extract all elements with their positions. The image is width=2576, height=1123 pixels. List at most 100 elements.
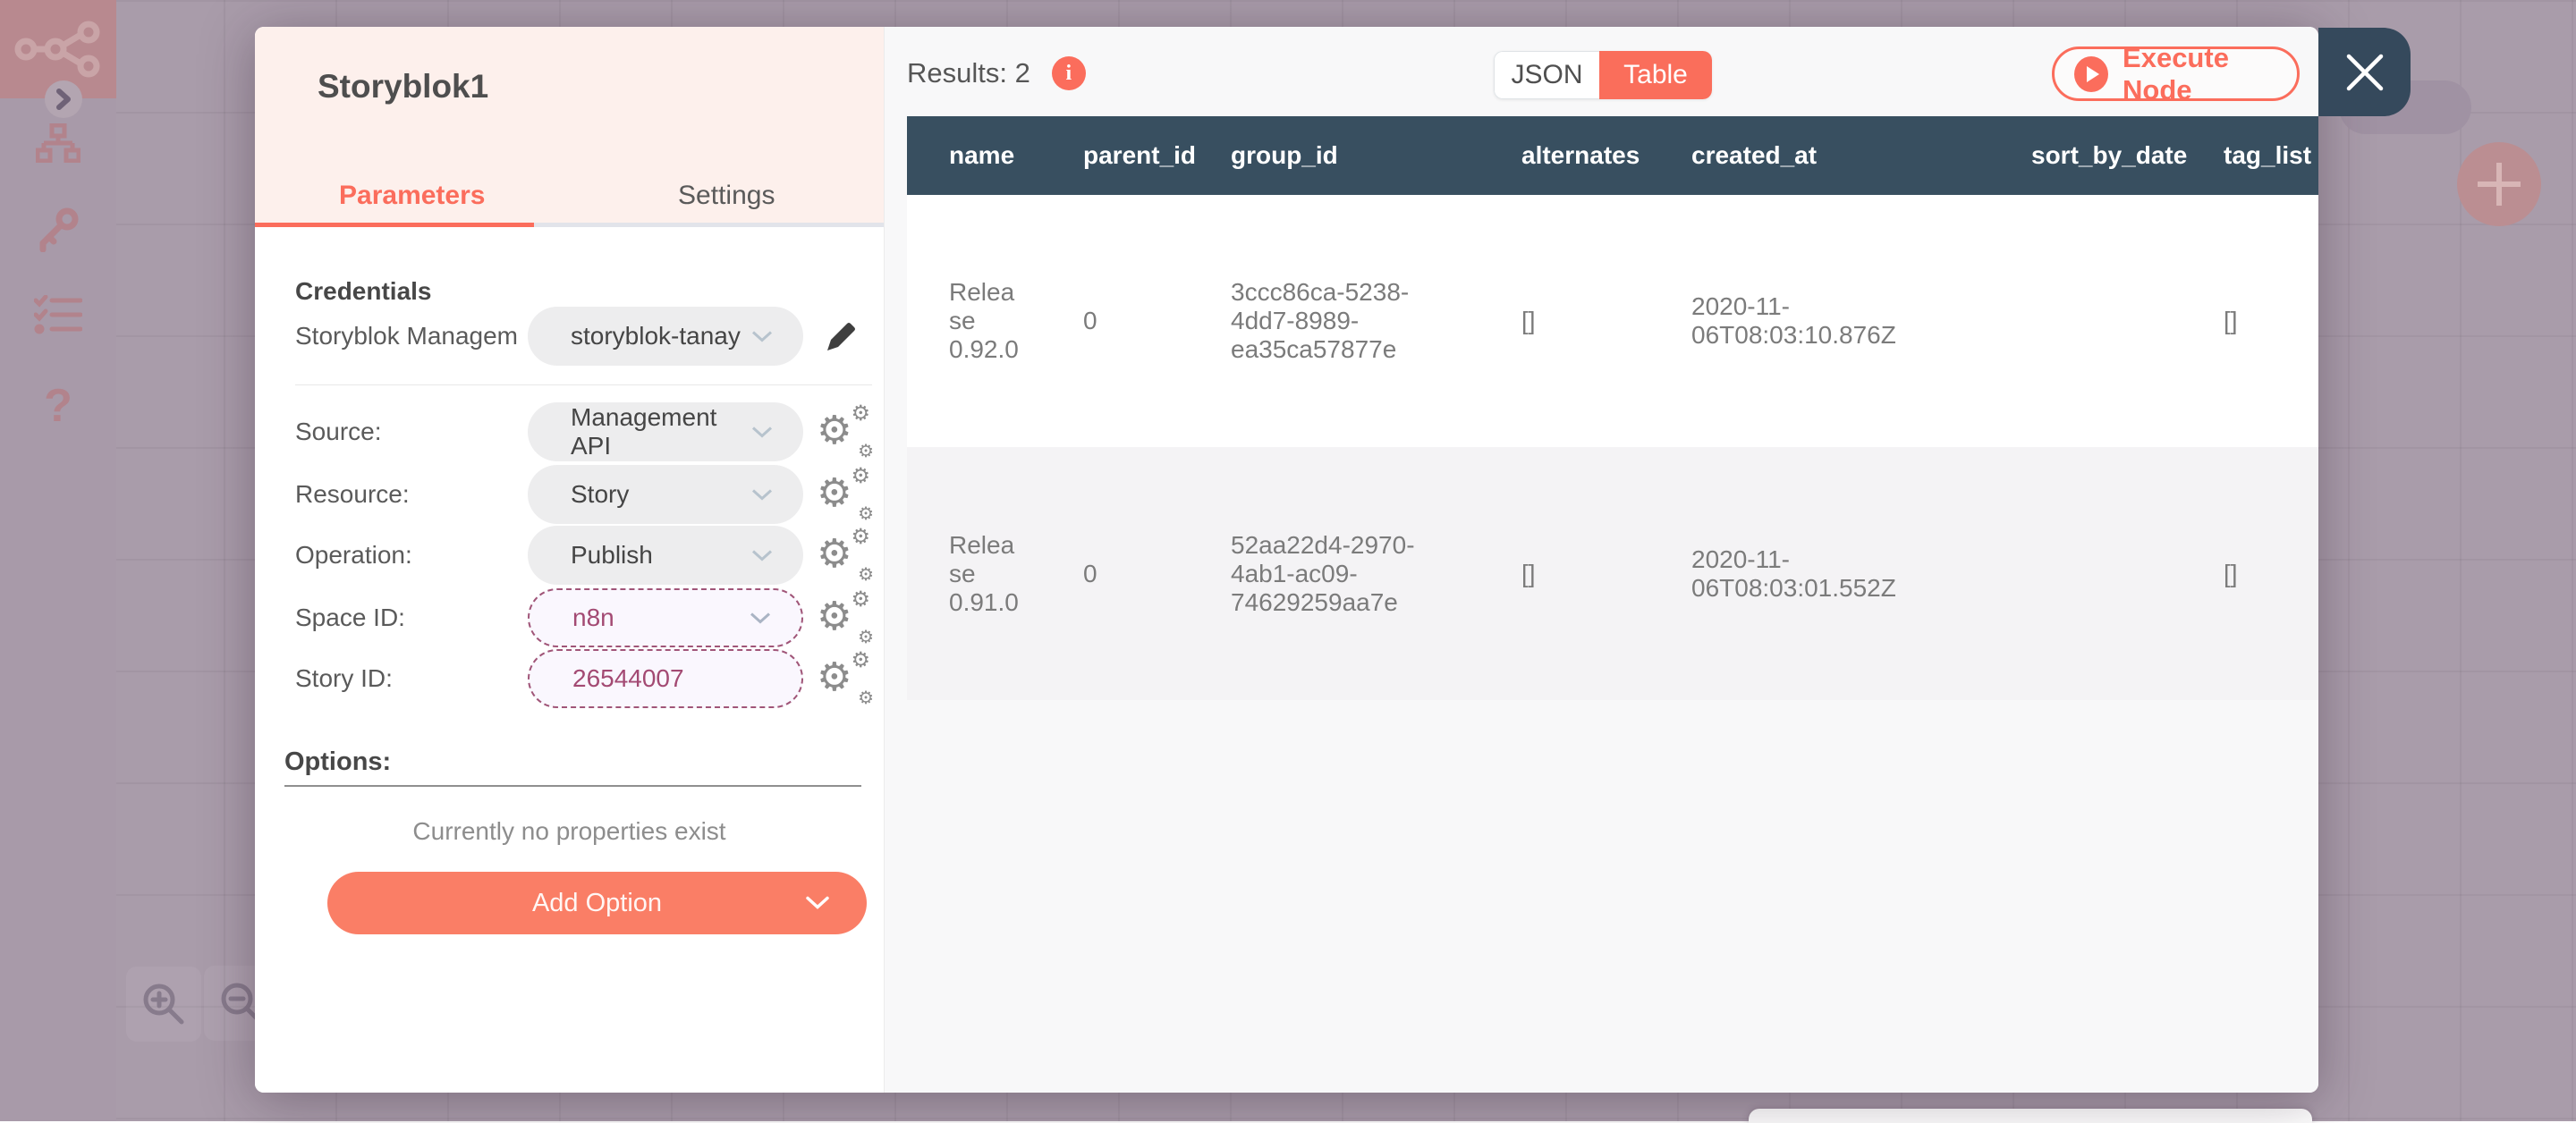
column-header-alternates: alternates bbox=[1479, 116, 1649, 195]
table-cell: Release 0.92.0 bbox=[907, 195, 1041, 447]
n8n-logo-icon bbox=[13, 20, 103, 79]
gears-icon[interactable]: ⚙⚙⚙ bbox=[817, 529, 876, 581]
node-tabs: Parameters Settings bbox=[255, 168, 884, 224]
results-table: nameparent_idgroup_idalternatescreated_a… bbox=[907, 116, 2318, 700]
table-cell bbox=[1989, 447, 2182, 700]
results-table-wrap: nameparent_idgroup_idalternatescreated_a… bbox=[907, 116, 2318, 700]
info-icon[interactable] bbox=[1052, 56, 1086, 90]
results-view-toggle: JSON Table bbox=[1494, 51, 1712, 99]
field-row-story-id: Story ID: 26544007 ⚙⚙⚙ bbox=[295, 649, 872, 708]
column-header-sort_by_date: sort_by_date bbox=[1989, 116, 2182, 195]
close-icon bbox=[2343, 51, 2386, 94]
table-header-row: nameparent_idgroup_idalternatescreated_a… bbox=[907, 116, 2318, 195]
execute-node-button[interactable]: Execute Node bbox=[2052, 46, 2300, 101]
chevron-down-icon bbox=[751, 550, 773, 562]
table-cell: [] bbox=[2182, 447, 2318, 700]
chevron-down-icon bbox=[750, 612, 771, 624]
table-row: Release 0.91.0052aa22d4-2970-4ab1-ac09-7… bbox=[907, 447, 2318, 700]
space-id-select[interactable]: n8n bbox=[528, 588, 803, 647]
table-cell: [] bbox=[1479, 447, 1649, 700]
add-option-button[interactable]: Add Option bbox=[327, 872, 867, 934]
table-cell: 2020-11-06T08:03:10.876Z bbox=[1649, 195, 1989, 447]
sitemap-icon bbox=[36, 123, 80, 163]
column-header-name: name bbox=[907, 116, 1041, 195]
sidebar-item-workflows[interactable] bbox=[0, 123, 116, 163]
column-header-created_at: created_at bbox=[1649, 116, 1989, 195]
field-row-resource: Resource: Story ⚙⚙⚙ bbox=[295, 465, 872, 524]
play-icon bbox=[2074, 56, 2108, 92]
question-mark-icon: ? bbox=[44, 379, 72, 433]
gears-icon[interactable]: ⚙⚙⚙ bbox=[817, 469, 876, 520]
field-label: Source: bbox=[295, 418, 382, 446]
chevron-down-icon bbox=[751, 426, 773, 438]
options-heading: Options: bbox=[284, 747, 391, 777]
node-title: Storyblok1 bbox=[318, 68, 488, 106]
close-modal-button[interactable] bbox=[2318, 28, 2411, 116]
field-value: Story bbox=[571, 480, 629, 509]
credential-label: Storyblok Managem... bbox=[295, 322, 519, 350]
add-node-button[interactable] bbox=[2457, 142, 2541, 226]
field-value: 26544007 bbox=[572, 664, 684, 693]
chevron-down-icon bbox=[806, 897, 829, 910]
sidebar-item-credentials[interactable] bbox=[0, 207, 116, 252]
credential-select[interactable]: storyblok-tanay bbox=[528, 307, 803, 366]
zoom-in-icon bbox=[139, 979, 189, 1029]
field-label: Story ID: bbox=[295, 664, 393, 693]
field-row-operation: Operation: Publish ⚙⚙⚙ bbox=[295, 526, 872, 585]
table-cell: 0 bbox=[1041, 447, 1189, 700]
table-cell: [] bbox=[1479, 195, 1649, 447]
table-cell bbox=[1989, 195, 2182, 447]
field-label: Resource: bbox=[295, 480, 410, 509]
table-cell: 3ccc86ca-5238-4dd7-8989-ea35ca57877e bbox=[1189, 195, 1479, 447]
results-count-label: Results: 2 bbox=[907, 57, 1030, 89]
field-row-space-id: Space ID: n8n ⚙⚙⚙ bbox=[295, 588, 872, 647]
node-parameters-panel: Storyblok1 Parameters Settings Credentia… bbox=[255, 27, 884, 1093]
options-empty-text: Currently no properties exist bbox=[255, 817, 884, 846]
active-tab-underline bbox=[255, 223, 534, 227]
table-cell: 2020-11-06T08:03:01.552Z bbox=[1649, 447, 1989, 700]
table-cell: 0 bbox=[1041, 195, 1189, 447]
chevron-right-icon bbox=[55, 89, 72, 110]
resource-select[interactable]: Story bbox=[528, 465, 803, 524]
sidebar-item-help[interactable]: ? bbox=[0, 379, 116, 433]
field-value: Publish bbox=[571, 541, 653, 570]
field-label: Space ID: bbox=[295, 604, 405, 632]
operation-select[interactable]: Publish bbox=[528, 526, 803, 585]
toggle-table[interactable]: Table bbox=[1599, 51, 1712, 99]
app-sidebar: ? bbox=[0, 0, 116, 1121]
edit-pencil-icon[interactable] bbox=[826, 320, 858, 352]
gears-icon[interactable]: ⚙⚙⚙ bbox=[817, 406, 876, 458]
credentials-divider bbox=[295, 384, 872, 385]
table-row: Release 0.92.003ccc86ca-5238-4dd7-8989-e… bbox=[907, 195, 2318, 447]
zoom-in-button[interactable] bbox=[126, 967, 201, 1042]
credential-value: storyblok-tanay bbox=[571, 322, 741, 350]
table-cell: Release 0.91.0 bbox=[907, 447, 1041, 700]
tab-parameters[interactable]: Parameters bbox=[255, 168, 570, 224]
column-header-group_id: group_id bbox=[1189, 116, 1479, 195]
source-select[interactable]: Management API bbox=[528, 402, 803, 461]
sidebar-expand-button[interactable] bbox=[45, 80, 82, 118]
options-divider bbox=[284, 785, 861, 787]
node-settings-modal: Storyblok1 Parameters Settings Credentia… bbox=[255, 27, 2318, 1093]
node-panel-header: Storyblok1 Parameters Settings bbox=[255, 27, 884, 227]
field-value: n8n bbox=[572, 604, 614, 632]
gears-icon[interactable]: ⚙⚙⚙ bbox=[817, 653, 876, 705]
sidebar-item-executions[interactable] bbox=[0, 295, 116, 334]
field-value: Management API bbox=[571, 403, 751, 460]
key-icon bbox=[36, 207, 80, 252]
chevron-down-icon bbox=[751, 331, 773, 342]
execute-node-label: Execute Node bbox=[2123, 42, 2297, 106]
field-row-source: Source: Management API ⚙⚙⚙ bbox=[295, 402, 872, 461]
toggle-json[interactable]: JSON bbox=[1494, 51, 1599, 99]
table-cell: [] bbox=[2182, 195, 2318, 447]
checklist-icon bbox=[34, 295, 82, 334]
tab-settings[interactable]: Settings bbox=[570, 168, 885, 224]
node-results-panel: Results: 2 JSON Table Execute Node namep… bbox=[884, 27, 2318, 1093]
chevron-down-icon bbox=[751, 489, 773, 501]
credentials-heading: Credentials bbox=[295, 277, 432, 306]
gears-icon[interactable]: ⚙⚙⚙ bbox=[817, 592, 876, 644]
story-id-input[interactable]: 26544007 bbox=[528, 649, 803, 708]
column-header-parent_id: parent_id bbox=[1041, 116, 1189, 195]
add-option-label: Add Option bbox=[532, 889, 662, 918]
column-header-tag_list: tag_list bbox=[2182, 116, 2318, 195]
